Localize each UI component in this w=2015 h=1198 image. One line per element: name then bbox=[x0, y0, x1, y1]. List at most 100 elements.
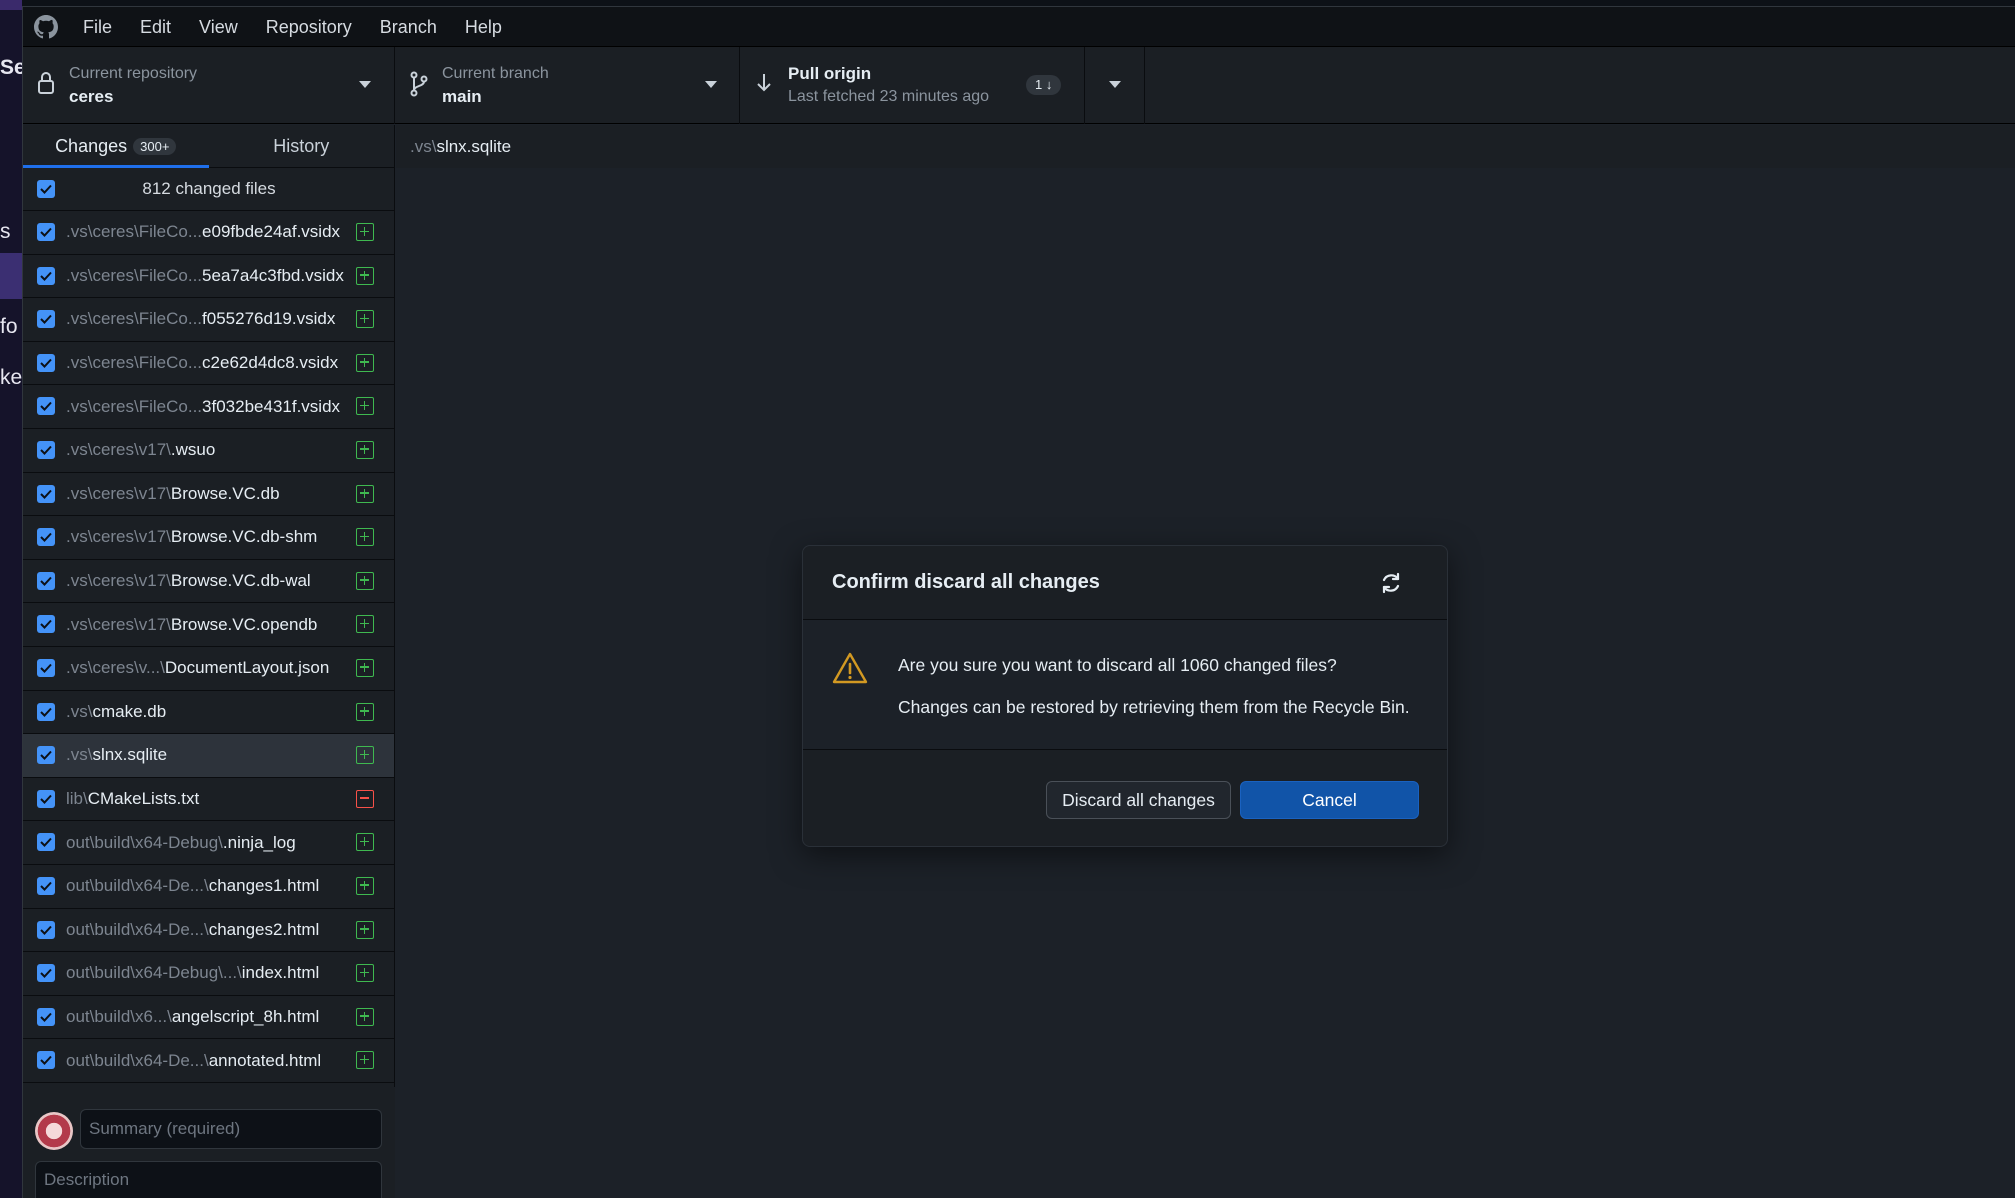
file-list-item[interactable]: .vs\ceres\FileCo...c2e62d4dc8.vsidx bbox=[23, 342, 394, 386]
file-added-icon bbox=[356, 615, 374, 634]
file-checkbox[interactable] bbox=[37, 223, 55, 241]
file-list-item[interactable]: .vs\cmake.db bbox=[23, 691, 394, 735]
file-checkbox[interactable] bbox=[37, 571, 55, 590]
dialog-header: Confirm discard all changes bbox=[803, 546, 1447, 620]
file-checkbox[interactable] bbox=[37, 964, 55, 983]
description-input[interactable] bbox=[35, 1161, 382, 1198]
file-list-item[interactable]: .vs\ceres\v17\Browse.VC.db bbox=[23, 473, 394, 517]
file-checkbox[interactable] bbox=[37, 615, 55, 634]
file-dir: .vs\ceres\FileCo... bbox=[66, 309, 203, 329]
file-name: DocumentLayout.json bbox=[164, 658, 330, 678]
file-checkbox[interactable] bbox=[37, 397, 55, 416]
file-dir: .vs\ceres\v17\ bbox=[66, 614, 171, 634]
file-list-item[interactable]: .vs\ceres\FileCo...f055276d19.vsidx bbox=[23, 298, 394, 342]
file-list-item[interactable]: out\build\x64-De...\annotated.html bbox=[23, 1039, 394, 1083]
file-list-item[interactable]: out\build\x64-Debug\...\index.html bbox=[23, 952, 394, 996]
file-list-item[interactable]: out\build\x64-De...\changes2.html bbox=[23, 909, 394, 953]
file-dir: .vs\ceres\v17\ bbox=[66, 440, 171, 460]
file-added-icon bbox=[356, 920, 374, 939]
file-list-item[interactable]: out\build\x64-Debug\.ninja_log bbox=[23, 821, 394, 865]
current-branch-button[interactable]: Current branch main bbox=[395, 47, 740, 124]
menu-branch[interactable]: Branch bbox=[366, 7, 451, 47]
pull-options-dropdown[interactable] bbox=[1085, 47, 1145, 124]
file-dir: .vs\ceres\v17\ bbox=[66, 483, 171, 503]
branch-icon bbox=[409, 71, 429, 102]
tab-changes[interactable]: Changes 300+ bbox=[23, 125, 209, 168]
file-dir: out\build\x64-De...\ bbox=[66, 876, 209, 896]
file-checkbox[interactable] bbox=[37, 528, 55, 547]
file-path: .vs\ceres\FileCo...f055276d19.vsidx bbox=[66, 309, 335, 329]
file-dir: out\build\x64-Debug\...\ bbox=[66, 963, 242, 983]
file-list-item[interactable]: lib\CMakeLists.txt bbox=[23, 778, 394, 822]
file-checkbox[interactable] bbox=[37, 702, 55, 721]
file-added-icon bbox=[356, 310, 374, 329]
file-list-item[interactable]: .vs\ceres\v...\DocumentLayout.json bbox=[23, 647, 394, 691]
file-added-icon bbox=[356, 658, 374, 677]
confirm-discard-dialog: Confirm discard all changes Are you sure… bbox=[802, 545, 1448, 847]
file-checkbox[interactable] bbox=[37, 746, 55, 765]
file-list-item[interactable]: out\build\x64-De...\changes1.html bbox=[23, 865, 394, 909]
file-added-icon bbox=[356, 1007, 374, 1026]
file-name: annotated.html bbox=[208, 1050, 322, 1070]
file-checkbox[interactable] bbox=[37, 1007, 55, 1026]
sidebar-tabs: Changes 300+ History bbox=[23, 125, 394, 168]
file-name: angelscript_8h.html bbox=[171, 1006, 320, 1026]
cancel-button[interactable]: Cancel bbox=[1240, 781, 1419, 819]
discard-all-changes-button[interactable]: Discard all changes bbox=[1046, 781, 1231, 819]
file-checkbox[interactable] bbox=[37, 876, 55, 895]
file-checkbox[interactable] bbox=[37, 920, 55, 939]
dialog-title: Confirm discard all changes bbox=[832, 571, 1100, 593]
file-checkbox[interactable] bbox=[37, 440, 55, 459]
sync-icon[interactable] bbox=[1378, 570, 1404, 596]
file-list-item[interactable]: .vs\ceres\FileCo...5ea7a4c3fbd.vsidx bbox=[23, 255, 394, 299]
dialog-submessage: Changes can be restored by retrieving th… bbox=[898, 697, 1410, 717]
menu-help[interactable]: Help bbox=[451, 7, 516, 47]
background-text-3: fo bbox=[0, 315, 18, 338]
pull-origin-button[interactable]: Pull origin Last fetched 23 minutes ago … bbox=[740, 47, 1085, 124]
file-list-item[interactable]: .vs\ceres\v17\Browse.VC.db-shm bbox=[23, 516, 394, 560]
file-path-name: slnx.sqlite bbox=[436, 136, 512, 156]
file-checkbox[interactable] bbox=[37, 266, 55, 285]
file-checkbox[interactable] bbox=[37, 353, 55, 372]
file-dir: .vs\ceres\FileCo... bbox=[66, 265, 203, 285]
menu-edit[interactable]: Edit bbox=[126, 7, 185, 47]
file-name: 3f032be431f.vsidx bbox=[202, 396, 341, 416]
file-path: .vs\ceres\v17\Browse.VC.db-wal bbox=[66, 571, 311, 591]
dialog-footer: Discard all changes Cancel bbox=[803, 750, 1447, 846]
file-name: Browse.VC.db-shm bbox=[170, 527, 318, 547]
menu-view[interactable]: View bbox=[185, 7, 252, 47]
menu-repository[interactable]: Repository bbox=[252, 7, 366, 47]
file-name: .wsuo bbox=[170, 440, 216, 460]
branch-name: main bbox=[442, 87, 482, 106]
file-added-icon bbox=[356, 702, 374, 721]
repository-label: Current repository bbox=[69, 65, 198, 82]
file-list-item[interactable]: .vs\slnx.sqlite bbox=[23, 734, 394, 778]
file-checkbox[interactable] bbox=[37, 484, 55, 503]
file-checkbox[interactable] bbox=[37, 789, 55, 808]
file-added-icon bbox=[356, 833, 374, 852]
file-path: .vs\ceres\v17\Browse.VC.db bbox=[66, 484, 280, 504]
pull-origin-title: Pull origin bbox=[788, 64, 872, 83]
file-checkbox[interactable] bbox=[37, 310, 55, 329]
file-list-item[interactable]: .vs\ceres\v17\.wsuo bbox=[23, 429, 394, 473]
file-list-item[interactable]: out\build\x6...\angelscript_8h.html bbox=[23, 996, 394, 1040]
summary-input[interactable] bbox=[80, 1109, 382, 1149]
file-list-item[interactable]: .vs\ceres\v17\Browse.VC.db-wal bbox=[23, 560, 394, 604]
file-checkbox[interactable] bbox=[37, 658, 55, 677]
dialog-message: Are you sure you want to discard all 106… bbox=[898, 655, 1337, 675]
file-name: changes1.html bbox=[208, 876, 320, 896]
file-name: f055276d19.vsidx bbox=[202, 309, 336, 329]
tab-history[interactable]: History bbox=[209, 125, 395, 167]
file-list-item[interactable]: .vs\ceres\v17\Browse.VC.opendb bbox=[23, 603, 394, 647]
file-path: .vs\cmake.db bbox=[66, 702, 166, 722]
file-path: .vs\ceres\FileCo...3f032be431f.vsidx bbox=[66, 397, 340, 417]
file-checkbox[interactable] bbox=[37, 833, 55, 852]
file-list-item[interactable]: .vs\ceres\FileCo...e09fbde24af.vsidx bbox=[23, 211, 394, 255]
file-dir: .vs\ bbox=[66, 745, 93, 765]
file-checkbox[interactable] bbox=[37, 1051, 55, 1070]
file-path: .vs\ceres\FileCo...5ea7a4c3fbd.vsidx bbox=[66, 266, 344, 286]
current-repository-button[interactable]: Current repository ceres bbox=[23, 47, 395, 124]
file-list-item[interactable]: .vs\ceres\FileCo...3f032be431f.vsidx bbox=[23, 385, 394, 429]
file-path: .vs\ceres\v17\Browse.VC.opendb bbox=[66, 615, 317, 635]
menu-file[interactable]: File bbox=[69, 7, 126, 47]
